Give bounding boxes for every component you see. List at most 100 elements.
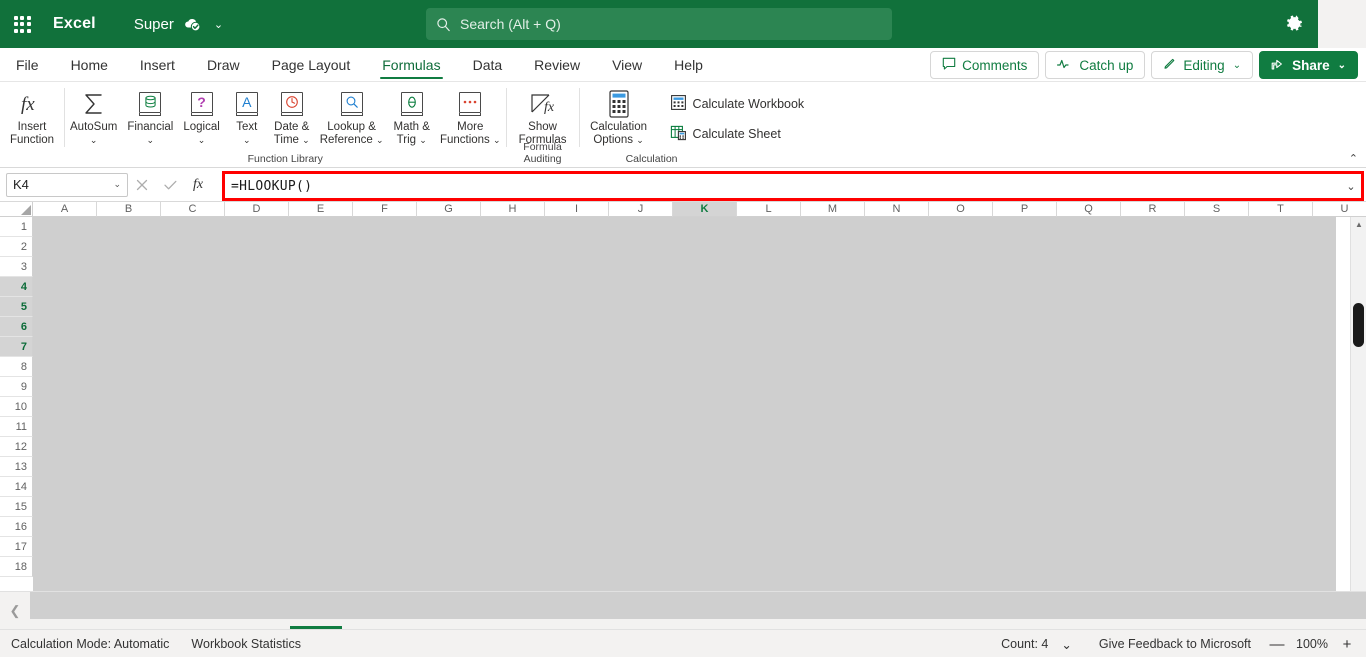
scrollbar-thumb[interactable] — [1353, 303, 1364, 347]
catch-up-button[interactable]: Catch up — [1045, 51, 1146, 79]
tab-review[interactable]: Review — [518, 48, 596, 81]
column-header-L[interactable]: L — [737, 202, 801, 217]
search-box[interactable] — [426, 8, 892, 40]
vertical-scrollbar[interactable]: ▲ — [1350, 217, 1366, 591]
calculation-options-button[interactable]: Calculation Options ⌄ — [580, 85, 658, 147]
column-header-P[interactable]: P — [993, 202, 1057, 217]
row-header-6[interactable]: 6 — [0, 317, 33, 337]
document-menu-chevron-down-icon[interactable]: ⌄ — [214, 18, 223, 31]
row-header-13[interactable]: 13 — [0, 457, 33, 477]
zoom-level[interactable]: 100% — [1292, 637, 1332, 651]
calculate-workbook-button[interactable]: Calculate Workbook — [664, 91, 811, 117]
workbook-statistics-button[interactable]: Workbook Statistics — [180, 637, 312, 651]
logical-button[interactable]: ? Logical ⌄ — [178, 85, 224, 147]
row-header-4[interactable]: 4 — [0, 277, 33, 297]
tab-view[interactable]: View — [596, 48, 658, 81]
column-header-I[interactable]: I — [545, 202, 609, 217]
column-header-U[interactable]: U — [1313, 202, 1366, 217]
column-header-E[interactable]: E — [289, 202, 353, 217]
column-header-B[interactable]: B — [97, 202, 161, 217]
share-button[interactable]: Share ⌄ — [1259, 51, 1358, 79]
more-functions-button[interactable]: More Functions ⌄ — [435, 85, 506, 147]
row-header-11[interactable]: 11 — [0, 417, 33, 437]
column-header-F[interactable]: F — [353, 202, 417, 217]
row-header-3[interactable]: 3 — [0, 257, 33, 277]
gear-icon[interactable] — [1282, 11, 1308, 37]
column-header-C[interactable]: C — [161, 202, 225, 217]
fx-icon[interactable]: fx — [184, 171, 212, 199]
give-feedback-button[interactable]: Give Feedback to Microsoft — [1088, 637, 1262, 651]
ribbon-collapse-chevron-up-icon[interactable]: ⌃ — [1349, 152, 1358, 165]
formula-input[interactable] — [225, 178, 1341, 194]
row-header-9[interactable]: 9 — [0, 377, 33, 397]
column-header-R[interactable]: R — [1121, 202, 1185, 217]
zoom-out-button[interactable]: — — [1264, 631, 1290, 657]
tab-insert[interactable]: Insert — [124, 48, 191, 81]
column-header-O[interactable]: O — [929, 202, 993, 217]
autosum-button[interactable]: AutoSum ⌄ — [65, 85, 122, 147]
cloud-saved-icon[interactable] — [183, 15, 202, 34]
column-header-K[interactable]: K — [673, 202, 737, 217]
sheet-tab-bar: ❮ — [0, 591, 1366, 629]
row-header-14[interactable]: 14 — [0, 477, 33, 497]
show-formulas-button[interactable]: fx Show Formulas — [507, 85, 579, 147]
row-header-17[interactable]: 17 — [0, 537, 33, 557]
calculate-sheet-button[interactable]: Calculate Sheet — [664, 121, 811, 147]
sheet-nav-chevron-left-icon[interactable]: ❮ — [0, 592, 30, 630]
ribbon: fx Insert Function AutoSum ⌄ Financial ⌄… — [0, 82, 1366, 168]
column-header-T[interactable]: T — [1249, 202, 1313, 217]
text-button[interactable]: A Text ⌄ — [225, 85, 269, 147]
ribbon-action-buttons: Comments Catch up Editing ⌄ Share ⌄ — [930, 51, 1358, 79]
date-time-button[interactable]: Date & Time ⌄ — [269, 85, 315, 147]
column-header-M[interactable]: M — [801, 202, 865, 217]
column-header-N[interactable]: N — [865, 202, 929, 217]
confirm-check-icon[interactable] — [156, 171, 184, 199]
column-header-A[interactable]: A — [33, 202, 97, 217]
select-all-corner[interactable] — [0, 202, 33, 217]
row-header-2[interactable]: 2 — [0, 237, 33, 257]
row-header-10[interactable]: 10 — [0, 397, 33, 417]
text-book-icon: A — [235, 88, 258, 120]
zoom-in-button[interactable]: + — [1334, 631, 1360, 657]
row-header-12[interactable]: 12 — [0, 437, 33, 457]
document-name[interactable]: Super — [134, 16, 174, 33]
calculation-mode-status[interactable]: Calculation Mode: Automatic — [0, 637, 180, 651]
row-header-8[interactable]: 8 — [0, 357, 33, 377]
row-header-16[interactable]: 16 — [0, 517, 33, 537]
scroll-up-arrow[interactable]: ▲ — [1351, 217, 1366, 231]
column-header-J[interactable]: J — [609, 202, 673, 217]
grid-cells-area[interactable] — [33, 217, 1366, 591]
formula-bar-expand-chevron-down-icon[interactable]: ⌄ — [1341, 180, 1361, 193]
row-header-18[interactable]: 18 — [0, 557, 33, 577]
tab-home[interactable]: Home — [55, 48, 124, 81]
column-header-Q[interactable]: Q — [1057, 202, 1121, 217]
tab-draw[interactable]: Draw — [191, 48, 256, 81]
row-header-1[interactable]: 1 — [0, 217, 33, 237]
row-header-15[interactable]: 15 — [0, 497, 33, 517]
editing-label: Editing — [1183, 57, 1225, 73]
comments-button[interactable]: Comments — [930, 51, 1040, 79]
name-box[interactable]: K4 ⌄ — [6, 172, 128, 197]
count-chevron-down-icon[interactable]: ⌄ — [1061, 637, 1085, 652]
tab-page-layout[interactable]: Page Layout — [256, 48, 367, 81]
app-name[interactable]: Excel — [53, 15, 96, 33]
column-header-H[interactable]: H — [481, 202, 545, 217]
financial-button[interactable]: Financial ⌄ — [122, 85, 178, 147]
calculate-workbook-icon — [670, 94, 687, 114]
tab-file[interactable]: File — [0, 48, 55, 81]
lookup-reference-button[interactable]: Lookup & Reference ⌄ — [315, 85, 389, 147]
insert-function-button[interactable]: fx Insert Function — [0, 85, 64, 147]
cancel-x-icon[interactable] — [128, 171, 156, 199]
search-input[interactable] — [460, 16, 882, 32]
tab-help[interactable]: Help — [658, 48, 719, 81]
column-header-G[interactable]: G — [417, 202, 481, 217]
tab-formulas[interactable]: Formulas — [366, 48, 456, 81]
app-launcher-icon[interactable] — [0, 0, 44, 48]
tab-data[interactable]: Data — [457, 48, 519, 81]
editing-button[interactable]: Editing ⌄ — [1151, 51, 1254, 79]
math-trig-button[interactable]: Math & Trig ⌄ — [389, 85, 435, 147]
row-header-5[interactable]: 5 — [0, 297, 33, 317]
column-header-S[interactable]: S — [1185, 202, 1249, 217]
row-header-7[interactable]: 7 — [0, 337, 33, 357]
column-header-D[interactable]: D — [225, 202, 289, 217]
